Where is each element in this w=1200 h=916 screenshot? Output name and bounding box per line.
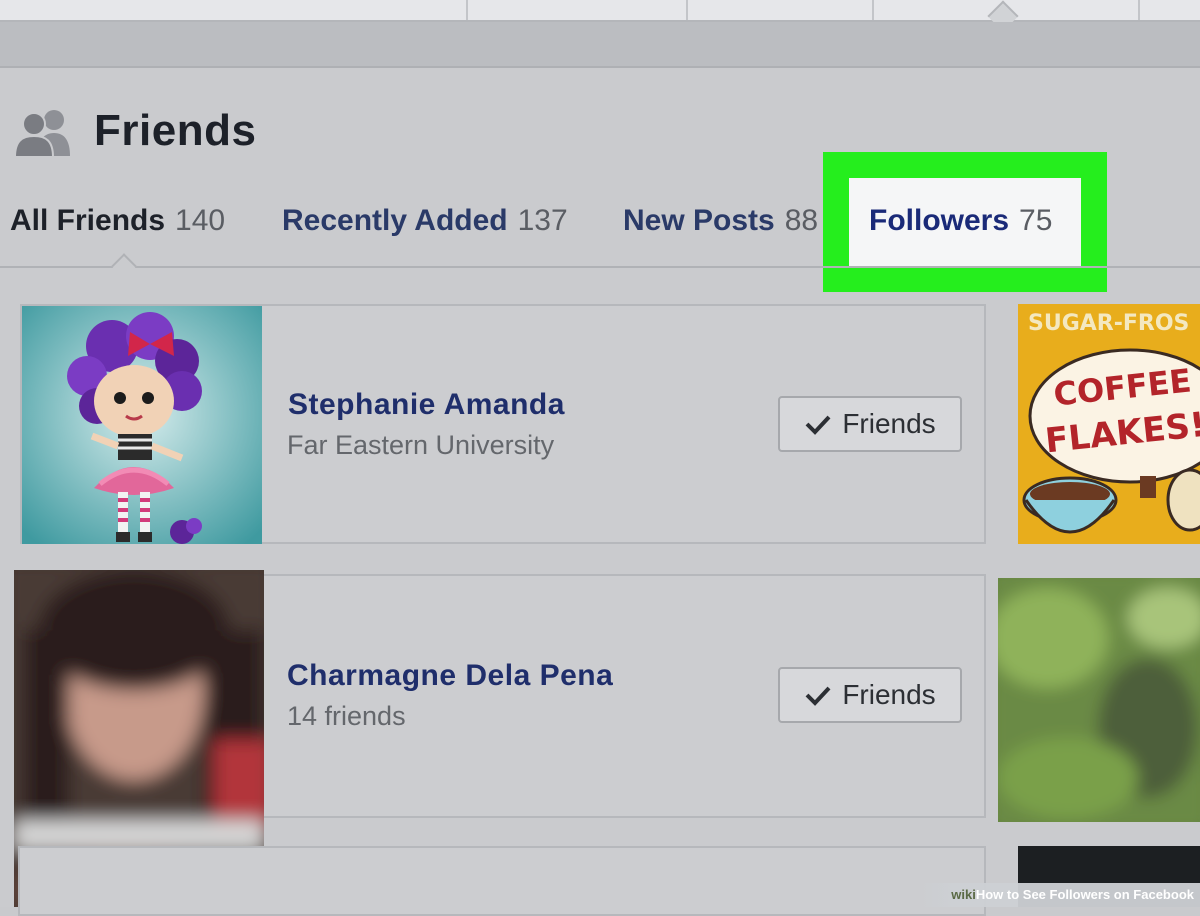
friend-subtitle: 14 friends (287, 701, 406, 731)
watermark-text: How to See Followers on Facebook (975, 887, 1194, 902)
coffee-flakes-thumbnail[interactable]: SUGAR-FROS COFFEE FLAKES! (1018, 304, 1200, 544)
tab-label: All Friends (10, 204, 166, 237)
tab-label: Followers (869, 204, 1010, 237)
watermark-brand: wiki (951, 887, 976, 902)
tab-count: 137 (517, 204, 568, 237)
nav-separator (1138, 0, 1140, 20)
page-title: Friends (94, 106, 257, 155)
nav-separator (872, 0, 874, 20)
button-label: Friends (842, 679, 936, 710)
friend-name-link[interactable]: Stephanie Amanda (288, 388, 565, 422)
tab-all-friends[interactable]: All Friends 140 (10, 204, 225, 238)
tab-count: 88 (784, 204, 819, 237)
tab-label: New Posts (623, 204, 775, 237)
tab-divider (0, 266, 1200, 268)
nav-separator (686, 0, 688, 20)
tab-count: 75 (1019, 204, 1053, 237)
friends-icon (13, 110, 70, 158)
check-icon (805, 415, 831, 435)
cover-band (0, 22, 1200, 68)
tab-new-posts[interactable]: New Posts 88 (623, 204, 818, 238)
tab-recently-added[interactable]: Recently Added 137 (282, 204, 568, 238)
friends-status-button[interactable]: Friends (778, 396, 962, 452)
check-icon (805, 686, 831, 706)
blurred-green-thumbnail[interactable] (998, 578, 1200, 822)
tab-count: 140 (175, 204, 226, 237)
friend-name-link[interactable]: Charmagne Dela Pena (287, 659, 613, 693)
friend-card (18, 846, 986, 916)
watermark: wikiHow to See Followers on Facebook (920, 883, 1200, 907)
top-nav-bar (0, 0, 1200, 32)
button-label: Friends (842, 408, 936, 439)
friends-status-button[interactable]: Friends (778, 667, 962, 723)
nav-separator (466, 0, 468, 20)
profile-photo[interactable] (22, 306, 262, 544)
friend-subtitle: Far Eastern University (287, 430, 555, 460)
tab-followers[interactable]: Followers 75 (869, 204, 1052, 238)
tab-label: Recently Added (282, 204, 508, 237)
poster-topline: SUGAR-FROS (1028, 311, 1189, 336)
